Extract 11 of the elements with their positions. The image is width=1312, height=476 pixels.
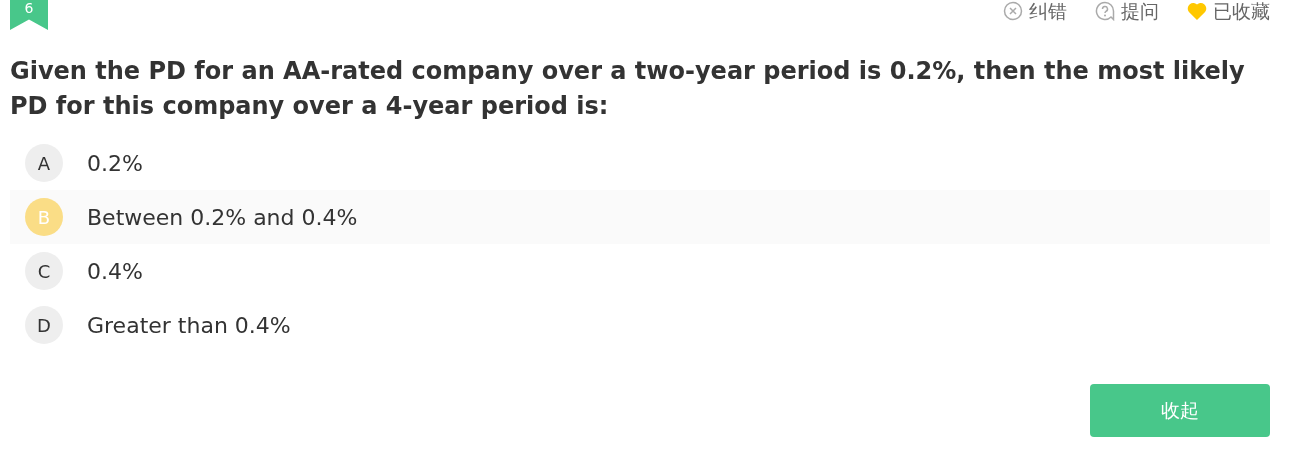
answer-option[interactable]: C 0.4% bbox=[10, 244, 1270, 298]
question-text: Given the PD for an AA-rated company over a two-year period is 0.2%, then the most likely PD for this company over a 4-year period is: bbox=[10, 56, 1246, 122]
answer-option[interactable]: A 0.2% bbox=[10, 136, 1270, 190]
question-number-ribbon: 6 bbox=[10, 0, 48, 30]
answer-option[interactable]: B Between 0.2% and 0.4% bbox=[10, 190, 1270, 244]
action-link[interactable]: 纠错 bbox=[1003, 0, 1067, 22]
close-icon bbox=[1003, 1, 1023, 21]
question-icon bbox=[1095, 1, 1115, 21]
action-link[interactable]: 已收藏 bbox=[1187, 0, 1270, 22]
answer-option[interactable]: D Greater than 0.4% bbox=[10, 298, 1270, 352]
action-link[interactable]: 提问 bbox=[1095, 0, 1159, 22]
